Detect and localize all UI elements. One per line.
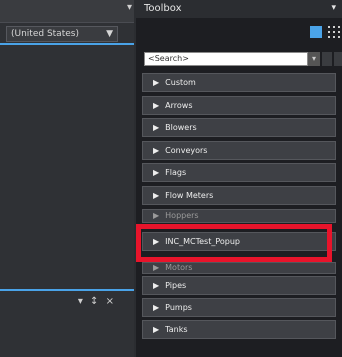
category-label: Tanks <box>165 325 188 334</box>
list-view-icon[interactable] <box>310 26 322 38</box>
expand-arrow-icon: ▶ <box>153 191 160 200</box>
expand-arrow-icon: ▶ <box>153 168 160 177</box>
toolbox-title: Toolbox <box>144 3 182 14</box>
category-label: Flow Meters <box>165 191 214 200</box>
expand-arrow-icon: ▶ <box>153 211 160 220</box>
active-panel-indicator-lower <box>0 289 134 291</box>
category-flow-meters[interactable]: ▶ Flow Meters <box>142 186 336 205</box>
chevron-down-icon: ▼ <box>106 29 113 39</box>
category-custom[interactable]: ▶ Custom <box>142 73 336 92</box>
expand-arrow-icon: ▶ <box>153 263 160 272</box>
category-tanks[interactable]: ▶ Tanks <box>142 320 336 339</box>
search-option-button-2[interactable] <box>334 52 342 66</box>
locale-dropdown[interactable]: (United States) ▼ <box>6 26 118 42</box>
expand-arrow-icon: ▶ <box>153 303 160 312</box>
toolbox-panel: Toolbox ▾ <Search> ▾ ▶ Custom ▶ Arrows ▶ Bl… <box>136 0 342 357</box>
toolbox-menu-icon[interactable]: ▾ <box>331 3 336 13</box>
category-pumps[interactable]: ▶ Pumps <box>142 298 336 317</box>
locale-dropdown-value: (United States) <box>11 29 79 39</box>
category-label: Custom <box>165 78 196 87</box>
view-toggle <box>302 26 342 40</box>
search-input[interactable]: <Search> <box>144 52 308 66</box>
search-dropdown-icon[interactable]: ▾ <box>308 52 320 66</box>
expand-arrow-icon: ▶ <box>153 325 160 334</box>
category-label: Pumps <box>165 303 192 312</box>
panel-controls[interactable]: ▾ ↕ × <box>78 296 116 307</box>
search-option-button[interactable] <box>322 52 332 66</box>
category-pipes[interactable]: ▶ Pipes <box>142 276 336 295</box>
grid-view-icon[interactable] <box>328 26 340 38</box>
left-pane: ▾ (United States) ▼ ▾ ↕ × <box>0 0 134 357</box>
active-panel-indicator <box>0 43 134 45</box>
expand-arrow-icon: ▶ <box>153 78 160 87</box>
category-label: Blowers <box>165 123 197 132</box>
expand-arrow-icon: ▶ <box>153 101 160 110</box>
expand-arrow-icon: ▶ <box>153 237 160 246</box>
category-flags[interactable]: ▶ Flags <box>142 163 336 182</box>
left-topbar: ▾ <box>0 0 134 23</box>
category-label: Motors <box>165 263 193 272</box>
category-arrows[interactable]: ▶ Arrows <box>142 96 336 115</box>
category-blowers[interactable]: ▶ Blowers <box>142 118 336 137</box>
category-hoppers[interactable]: ▶ Hoppers <box>142 209 336 223</box>
category-label: Flags <box>165 168 187 177</box>
category-label: INC_MCTest_Popup <box>165 237 240 246</box>
category-label: Arrows <box>165 101 193 110</box>
category-motors[interactable]: ▶ Motors <box>142 262 336 274</box>
expand-arrow-icon: ▶ <box>153 123 160 132</box>
category-label: Pipes <box>165 281 187 290</box>
dropdown-arrow-icon[interactable]: ▾ <box>127 2 132 13</box>
category-label: Conveyors <box>165 146 208 155</box>
expand-arrow-icon: ▶ <box>153 146 160 155</box>
category-conveyors[interactable]: ▶ Conveyors <box>142 141 336 160</box>
category-inc-mctest-popup[interactable]: ▶ INC_MCTest_Popup <box>142 232 336 251</box>
expand-arrow-icon: ▶ <box>153 281 160 290</box>
toolbox-header: Toolbox ▾ <box>136 0 342 18</box>
category-label: Hoppers <box>165 211 199 220</box>
